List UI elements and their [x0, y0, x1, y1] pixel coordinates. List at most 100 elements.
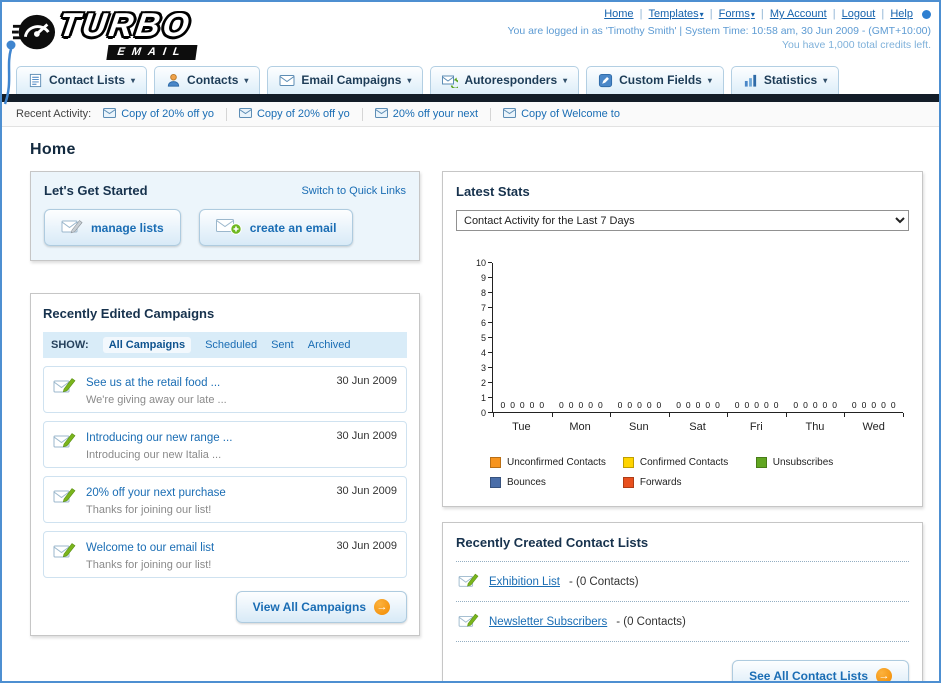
chevron-down-icon: ▾	[407, 75, 412, 85]
x-axis-tick	[903, 413, 904, 417]
tab-custom-fields[interactable]: Custom Fields ▾	[586, 66, 724, 94]
campaign-title-link[interactable]: Welcome to our email list	[86, 542, 214, 554]
campaign-row: See us at the retail food ... We're givi…	[43, 366, 407, 413]
chart-value-label: 0	[597, 400, 603, 410]
chart-value-label: 0	[754, 400, 759, 410]
chevron-down-icon: ▾	[563, 75, 568, 85]
separator: |	[881, 8, 885, 20]
filter-archived[interactable]: Archived	[308, 339, 351, 351]
filter-all-campaigns[interactable]: All Campaigns	[102, 337, 192, 353]
chart-y-axis: 0 1 2 3 4 5 6 7 8 9 10	[468, 258, 492, 418]
chart-value-label: 0	[803, 400, 808, 410]
envelope-plus-icon	[215, 217, 242, 238]
chart-value-label: 0	[676, 400, 681, 410]
tab-label: Statistics	[763, 73, 818, 87]
nav-templates[interactable]: Templates▾	[649, 8, 704, 20]
credits-info: You have 1,000 total credits left.	[781, 39, 931, 51]
manage-lists-button[interactable]: manage lists	[44, 209, 181, 246]
campaign-title-link[interactable]: Introducing our new range ...	[86, 432, 232, 444]
header-right: Home | Templates▾ | Forms▾ | My Account …	[507, 6, 931, 64]
y-axis-label: 5	[480, 333, 486, 343]
envelope-pencil-icon	[458, 611, 480, 632]
tab-label: Autoresponders	[464, 73, 558, 87]
chart-value-label: 0	[881, 400, 886, 410]
y-axis-label: 8	[480, 288, 486, 298]
nav-help[interactable]: Help	[890, 8, 913, 20]
chart-group: 00000	[493, 400, 552, 410]
tab-contacts[interactable]: Contacts ▾	[154, 66, 261, 94]
recent-activity-item[interactable]: 20% off your next	[374, 107, 492, 121]
tab-autoresponders[interactable]: Autoresponders ▾	[430, 66, 580, 94]
chart-value-label: 0	[559, 400, 564, 410]
stats-period-select[interactable]: Contact Activity for the Last 7 Days	[456, 210, 909, 231]
chart-value-label: 0	[588, 400, 593, 410]
envelope-icon	[374, 107, 388, 121]
x-axis-tick	[610, 413, 612, 417]
see-all-contact-lists-button[interactable]: See All Contact Lists →	[732, 660, 909, 681]
recent-activity-item[interactable]: Copy of 20% off yo	[238, 107, 363, 121]
envelope-pencil-icon	[53, 375, 77, 400]
chart-group: 00000	[552, 400, 611, 410]
campaign-subtitle: Thanks for joining our list!	[86, 559, 212, 571]
tab-email-campaigns[interactable]: Email Campaigns ▾	[267, 66, 424, 94]
nav-my-account[interactable]: My Account	[770, 8, 827, 20]
chart-value-label: 0	[793, 400, 799, 410]
chart-value-label: 0	[744, 400, 750, 410]
nav-forms[interactable]: Forms▾	[719, 8, 755, 20]
contact-lists-icon	[28, 73, 43, 88]
recent-activity-item[interactable]: Copy of 20% off yo	[103, 107, 227, 121]
latest-stats-panel: Latest Stats Contact Activity for the La…	[442, 171, 923, 507]
chevron-down-icon: ▾	[244, 75, 249, 85]
top-nav: Home | Templates▾ | Forms▾ | My Account …	[507, 8, 931, 20]
custom-fields-icon	[598, 73, 613, 88]
nav-logout[interactable]: Logout	[842, 8, 876, 20]
switch-quick-links-link[interactable]: Switch to Quick Links	[301, 185, 406, 197]
contact-list-row: Exhibition List - (0 Contacts)	[456, 562, 909, 602]
recent-activity-item[interactable]: Copy of Welcome to	[503, 107, 632, 121]
envelope-icon	[503, 107, 517, 121]
email-campaigns-icon	[279, 73, 295, 87]
tab-contact-lists[interactable]: Contact Lists ▾	[16, 66, 148, 94]
chart-group: 00000	[727, 400, 786, 410]
chart-value-label: 0	[851, 400, 857, 410]
chart-value-label: 0	[637, 400, 642, 410]
y-axis-label: 6	[480, 318, 486, 328]
chart-value-label: 0	[715, 400, 720, 410]
contact-activity-chart: 0 1 2 3 4 5 6 7 8 9 10 000000000000000000000000000…	[456, 258, 909, 488]
page-title: Home	[30, 141, 76, 158]
campaign-title-link[interactable]: 20% off your next purchase	[86, 487, 226, 499]
recently-edited-campaigns-panel: Recently Edited Campaigns SHOW: All Camp…	[30, 293, 420, 636]
campaign-row: Introducing our new range ... Introducin…	[43, 421, 407, 468]
contact-list-link[interactable]: Newsletter Subscribers	[489, 616, 607, 628]
chart-value-label: 0	[773, 400, 779, 410]
chart-value-label: 0	[812, 400, 818, 410]
pencil-icon	[61, 217, 83, 238]
contact-lists-title: Recently Created Contact Lists	[456, 535, 649, 550]
envelope-icon	[103, 107, 117, 121]
tab-label: Contacts	[187, 73, 239, 87]
y-axis-label: 1	[480, 393, 486, 403]
get-started-title: Let's Get Started	[44, 183, 148, 198]
chart-value-label: 0	[539, 400, 545, 410]
envelope-pencil-icon	[53, 540, 77, 565]
chart-value-label: 0	[529, 400, 535, 410]
chart-value-label: 0	[656, 400, 662, 410]
nav-home[interactable]: Home	[604, 8, 633, 20]
legend-swatch-confirmed	[622, 457, 634, 468]
page: TURBO EMAIL Home | Templates▾ | Forms▾ |…	[0, 0, 941, 683]
create-email-button[interactable]: create an email	[198, 209, 354, 246]
legend-item: Unconfirmed Contacts	[490, 457, 623, 468]
separator: |	[639, 8, 643, 20]
legend-item: Confirmed Contacts	[622, 457, 756, 468]
campaign-title-link[interactable]: See us at the retail food ...	[86, 377, 220, 389]
y-axis-label: 2	[480, 378, 486, 388]
filter-sent[interactable]: Sent	[271, 339, 294, 351]
chart-value-label: 0	[519, 400, 525, 410]
y-axis-label: 0	[480, 408, 486, 418]
contact-list-link[interactable]: Exhibition List	[489, 576, 560, 588]
view-all-campaigns-button[interactable]: View All Campaigns →	[235, 591, 407, 623]
filter-scheduled[interactable]: Scheduled	[205, 339, 257, 351]
help-icon[interactable]	[922, 9, 931, 19]
tab-statistics[interactable]: Statistics ▾	[730, 66, 840, 94]
x-axis-tick	[551, 413, 553, 417]
